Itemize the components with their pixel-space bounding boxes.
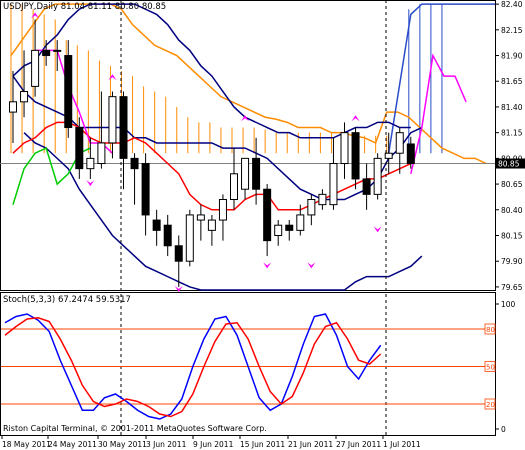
stoch-level-label: 80 — [486, 326, 495, 334]
fractal-down-arrow — [86, 180, 95, 187]
bull-candle — [31, 49, 40, 87]
y-tick-label: 79.65 — [501, 283, 523, 292]
bull-candle — [241, 157, 250, 190]
x-tick-label: 3 Jun 2011 — [146, 440, 187, 449]
bull-candle — [196, 214, 205, 221]
bull-candle — [20, 91, 29, 103]
x-tick-label: 24 May 2011 — [48, 440, 97, 449]
bull-candle — [230, 173, 238, 201]
y-tick-label: 81.40 — [501, 103, 523, 112]
bear-candle — [64, 55, 73, 129]
y-tick-label: 81.90 — [501, 52, 523, 61]
fractal-up-arrow — [108, 74, 117, 81]
fractal-down-arrow — [263, 262, 272, 269]
bear-candle — [42, 49, 51, 57]
bear-candle — [362, 178, 371, 195]
bull-candle — [373, 157, 382, 195]
x-tick-label: 18 May 2011 — [2, 440, 51, 449]
bear-candle — [163, 224, 172, 247]
bear-candle — [263, 188, 272, 242]
stoch-level-label: 50 — [486, 364, 495, 372]
y-tick-label: 80.65 — [501, 180, 523, 189]
bear-candle — [152, 219, 161, 231]
bear-candle — [174, 245, 183, 262]
magenta-line-left — [35, 49, 113, 154]
y-tick-label: 81.15 — [501, 129, 523, 138]
bull-candle — [384, 152, 393, 159]
y-tick-label: 80.40 — [501, 206, 523, 215]
bull-candle — [340, 132, 349, 165]
fractal-down-arrow — [373, 226, 382, 233]
bear-candle — [119, 96, 128, 159]
x-tick-label: 27 Jun 2011 — [336, 440, 381, 449]
bull-candle — [108, 96, 117, 144]
bull-candle — [307, 199, 316, 216]
copyright-text: Riston Capital Terminal, © 2001-2011 Met… — [3, 424, 267, 433]
bull-candle — [296, 214, 305, 231]
bull-candle — [185, 214, 194, 262]
x-tick-label: 1 Jul 2011 — [383, 440, 421, 449]
bull-candle — [207, 219, 216, 231]
bear-candle — [130, 157, 139, 170]
bull-candle — [274, 224, 283, 236]
fractal-down-arrow — [307, 262, 316, 269]
bull-candle — [318, 193, 327, 206]
bear-candle — [141, 163, 150, 216]
bear-candle — [351, 132, 360, 180]
main-frame — [0, 0, 496, 291]
current-price-label: 80.85 — [498, 160, 520, 169]
main-header: USDJPY,Daily 81.04 81.11 80.80 80.85 — [3, 2, 166, 12]
bull-candle — [53, 49, 62, 52]
fractal-up-arrow — [351, 115, 360, 122]
x-tick-label: 21 Jun 2011 — [288, 440, 333, 449]
y-tick-label: 81.65 — [501, 77, 523, 86]
x-axis: 18 May 201124 May 2011 30 May 2011 3 Jun 2… — [1, 435, 421, 449]
stoch-y-tick-label: 100 — [501, 300, 516, 309]
y-tick-label: 82.15 — [501, 26, 523, 35]
bull-candle — [329, 163, 338, 206]
y-tick-label: 80.15 — [501, 231, 523, 240]
x-tick-label: 15 Jun 2011 — [240, 440, 285, 449]
bear-candle — [406, 143, 415, 165]
bull-candle — [395, 132, 404, 154]
x-tick-label: 30 May 2011 — [98, 440, 147, 449]
bear-candle — [75, 127, 84, 170]
bull-candle — [218, 199, 227, 221]
stoch-y-tick-label: 0 — [501, 425, 506, 434]
y-tick-label: 82.40 — [501, 0, 523, 9]
bear-candle — [285, 224, 294, 231]
x-tick-label: 9 Jun 2011 — [193, 440, 234, 449]
bull-candle — [86, 157, 95, 170]
stochastic-panel: 80 50 20 100 0 — [0, 292, 516, 436]
bull-candle — [9, 101, 17, 113]
chart-root: 82.4082.1581.9081.6581.4081.1580.9080.65… — [0, 0, 525, 449]
y-tick-label: 79.90 — [501, 257, 523, 266]
main-price-panel: 82.4082.1581.9081.6581.4081.1580.9080.65… — [0, 0, 525, 435]
bull-candle — [97, 142, 106, 165]
stoch-level-label: 20 — [486, 401, 495, 409]
bollinger-upper-line — [12, 3, 411, 139]
stoch-header: Stoch(5,3,3) 67.2474 59.5317 — [3, 295, 131, 305]
bear-candle — [252, 157, 261, 190]
